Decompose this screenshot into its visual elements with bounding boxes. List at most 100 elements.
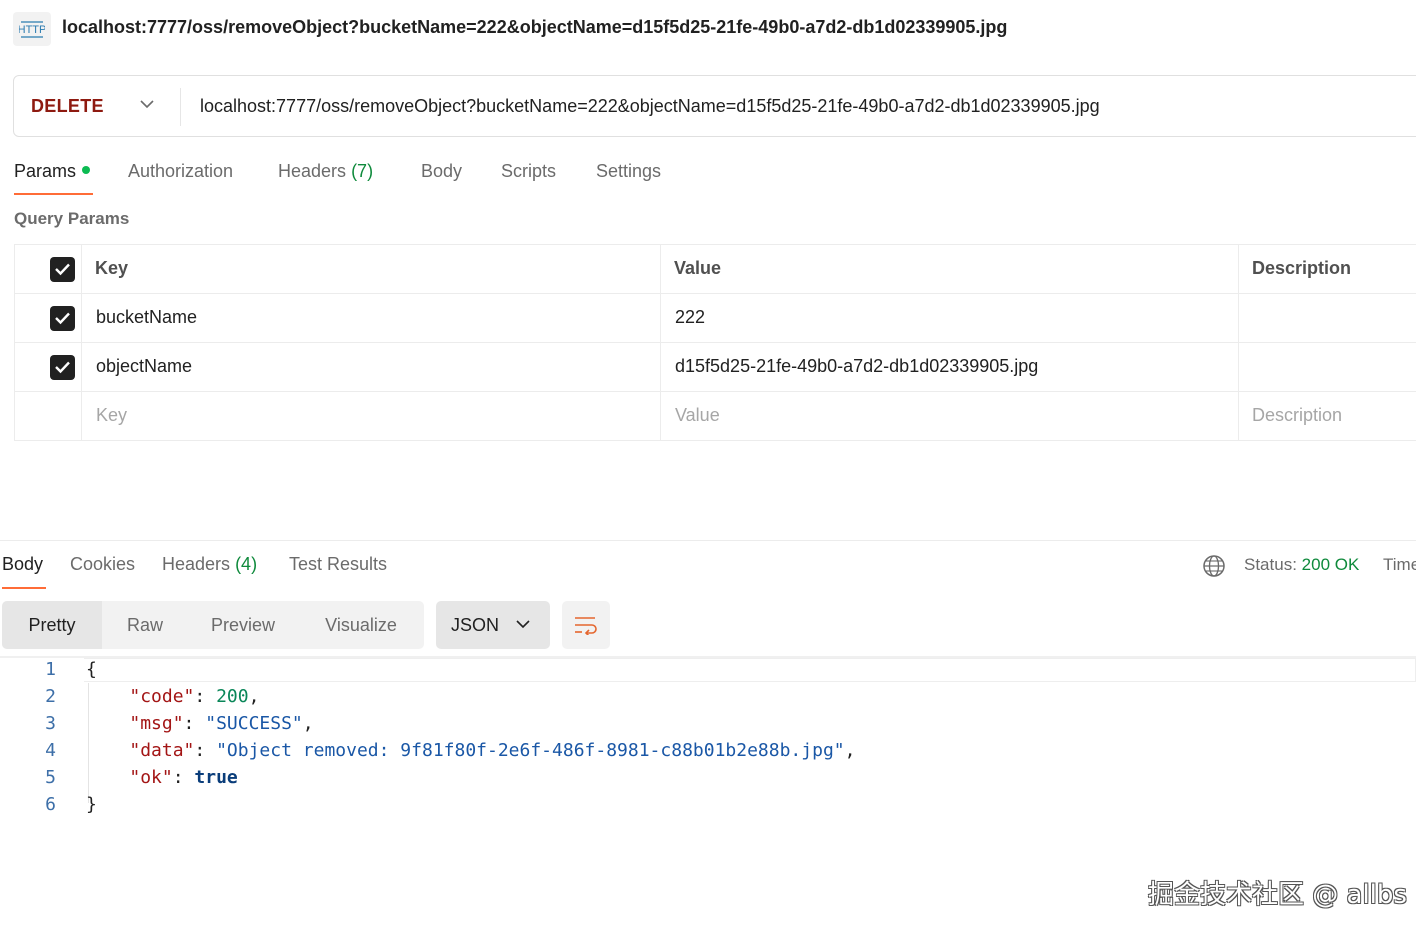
method-label: DELETE [31,96,104,116]
code-line: } [86,794,97,815]
line-number: 4 [45,740,56,761]
current-line-highlight [84,658,1416,682]
json-value: "Object removed: 9f81f80f-2e6f-486f-8981… [216,740,845,761]
params-active-dot [82,166,91,174]
tab-headers[interactable]: Headers (7) [278,161,373,182]
tab-count: (4) [235,554,258,574]
line-number: 3 [45,713,56,734]
url-divider [180,88,181,126]
tab-response-headers[interactable]: Headers (4) [162,554,257,575]
wrap-lines-icon [575,617,597,635]
tab-settings[interactable]: Settings [596,161,661,182]
json-value: 200 [216,686,249,707]
new-key-input[interactable]: Key [96,405,127,426]
view-raw-button[interactable]: Raw [102,601,188,649]
view-pretty-button[interactable]: Pretty [2,601,102,649]
response-code-viewer[interactable]: 1 { 2 "code": 200, 3 "msg": "SUCCESS", 4… [0,658,1416,818]
url-input[interactable]: localhost:7777/oss/removeObject?bucketNa… [200,96,1100,117]
param-key[interactable]: objectName [96,356,192,377]
status-label: Status: [1244,555,1297,574]
tab-scripts[interactable]: Scripts [501,161,556,182]
url-bar: DELETE localhost:7777/oss/removeObject?b… [13,75,1416,137]
code-line: { [86,659,97,680]
title-bar: HTTP localhost:7777/oss/removeObject?buc… [0,0,1416,58]
tab-label: Params [14,161,77,181]
json-trail: , [844,740,856,761]
globe-icon[interactable] [1202,554,1226,578]
http-icon: HTTP [13,12,51,46]
json-value: "SUCCESS" [205,713,303,734]
json-key: "code" [129,686,195,707]
code-brace: } [86,794,97,815]
tab-label: Test Results [289,554,388,574]
response-tabs: Body Cookies Headers (4) Test Results St… [0,541,1416,591]
code-line: "ok": true [129,767,238,788]
tab-label: Scripts [501,161,557,181]
param-key[interactable]: bucketName [96,307,197,328]
code-line: "msg": "SUCCESS", [129,713,314,734]
view-preview-button[interactable]: Preview [188,601,298,649]
format-select-label: JSON [451,615,500,635]
tab-label: Headers [162,554,231,574]
tab-label: Settings [596,161,662,181]
response-status[interactable]: Status: 200 OK [1244,555,1359,575]
select-all-checkbox[interactable] [50,257,75,282]
line-number: 2 [45,686,56,707]
table-header-row: Key Value Description [15,245,1416,294]
line-number: 6 [45,794,56,815]
json-trail: , [248,686,260,707]
code-line: "data": "Object removed: 9f81f80f-2e6f-4… [129,740,856,761]
chevron-down-icon [516,620,530,629]
params-table: Key Value Description bucketName 222 obj… [14,244,1416,441]
json-value: true [194,767,238,788]
line-number: 5 [45,767,56,788]
table-row-new: Key Value Description [15,392,1416,441]
tab-params[interactable]: Params [14,161,91,182]
query-params-title: Query Params [14,209,130,228]
row-checkbox[interactable] [50,306,75,331]
code-line: "code": 200, [129,686,260,707]
check-icon [55,312,70,325]
column-header-value: Value [674,258,722,278]
tab-cookies[interactable]: Cookies [70,554,135,575]
tab-label: Body [421,161,463,181]
json-key: "data" [129,740,195,761]
view-mode-group: Pretty Raw Preview Visualize [2,601,424,649]
row-checkbox[interactable] [50,355,75,380]
tab-label: Cookies [70,554,136,574]
param-value[interactable]: 222 [675,307,705,328]
column-header-key: Key [95,258,129,278]
tab-label: Headers [278,161,347,181]
tab-active-underline [14,193,93,195]
tab-authorization[interactable]: Authorization [128,161,233,182]
line-number: 1 [45,659,56,680]
tab-count: (7) [351,161,374,181]
json-key: "msg" [129,713,184,734]
wrap-lines-button[interactable] [562,601,610,649]
new-value-input[interactable]: Value [675,405,720,426]
json-key: "ok" [129,767,173,788]
table-row: bucketName 222 [15,294,1416,343]
table-row: objectName d15f5d25-21fe-49b0-a7d2-db1d0… [15,343,1416,392]
tab-label: Authorization [128,161,234,181]
tab-test-results[interactable]: Test Results [289,554,387,575]
tab-label: Body [2,554,44,574]
check-icon [55,361,70,374]
svg-text:HTTP: HTTP [19,24,45,36]
format-select[interactable]: JSON [436,601,550,649]
method-select[interactable]: DELETE [14,76,181,136]
code-brace: { [86,659,97,680]
watermark: 掘金技术社区 @ allbs [1148,880,1407,910]
response-time[interactable]: Time [1383,555,1416,575]
tab-body[interactable]: Body [421,161,462,182]
new-description-input[interactable]: Description [1252,405,1342,426]
param-value[interactable]: d15f5d25-21fe-49b0-a7d2-db1d02339905.jpg [675,356,1038,377]
column-header-description: Description [1252,258,1352,278]
view-visualize-button[interactable]: Visualize [298,601,424,649]
request-title[interactable]: localhost:7777/oss/removeObject?bucketNa… [62,17,1007,38]
status-value: 200 OK [1301,555,1360,574]
tab-active-underline [2,587,46,589]
tab-response-body[interactable]: Body [2,554,43,575]
chevron-down-icon [140,100,154,109]
json-trail: , [302,713,314,734]
